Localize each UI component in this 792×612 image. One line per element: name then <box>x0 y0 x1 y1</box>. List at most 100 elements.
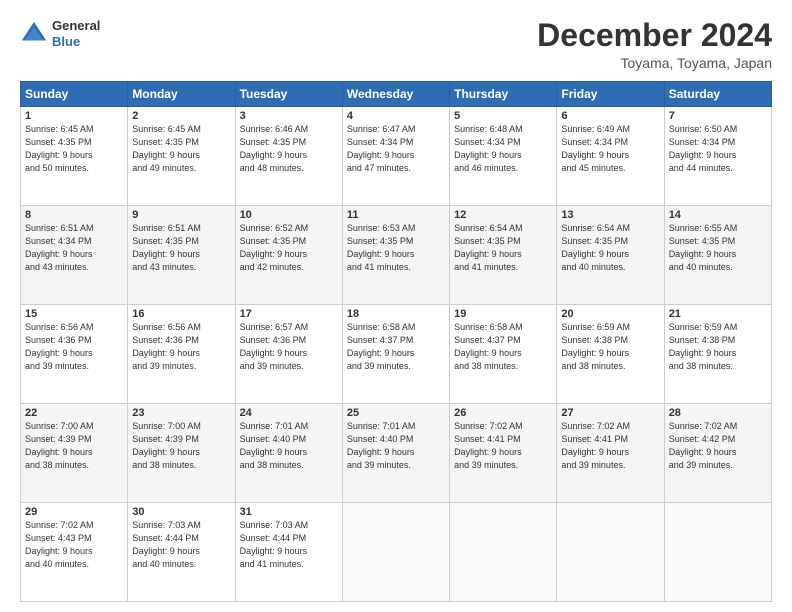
month-title: December 2024 <box>537 18 772 53</box>
day-number: 16 <box>132 308 230 320</box>
day-info: Sunrise: 7:00 AM Sunset: 4:39 PM Dayligh… <box>132 420 230 472</box>
day-info: Sunrise: 6:54 AM Sunset: 4:35 PM Dayligh… <box>561 222 659 274</box>
day-info: Sunrise: 6:45 AM Sunset: 4:35 PM Dayligh… <box>132 123 230 175</box>
title-section: December 2024 Toyama, Toyama, Japan <box>537 18 772 71</box>
calendar-cell <box>664 503 771 602</box>
day-number: 30 <box>132 506 230 518</box>
day-number: 9 <box>132 209 230 221</box>
calendar-cell <box>450 503 557 602</box>
calendar-week-5: 29Sunrise: 7:02 AM Sunset: 4:43 PM Dayli… <box>21 503 772 602</box>
day-info: Sunrise: 7:02 AM Sunset: 4:41 PM Dayligh… <box>561 420 659 472</box>
day-info: Sunrise: 7:01 AM Sunset: 4:40 PM Dayligh… <box>240 420 338 472</box>
calendar-cell: 1Sunrise: 6:45 AM Sunset: 4:35 PM Daylig… <box>21 107 128 206</box>
day-number: 21 <box>669 308 767 320</box>
calendar-cell: 22Sunrise: 7:00 AM Sunset: 4:39 PM Dayli… <box>21 404 128 503</box>
day-info: Sunrise: 7:02 AM Sunset: 4:41 PM Dayligh… <box>454 420 552 472</box>
day-number: 3 <box>240 110 338 122</box>
day-info: Sunrise: 6:59 AM Sunset: 4:38 PM Dayligh… <box>669 321 767 373</box>
header: General Blue December 2024 Toyama, Toyam… <box>20 18 772 71</box>
day-info: Sunrise: 7:02 AM Sunset: 4:43 PM Dayligh… <box>25 519 123 571</box>
day-info: Sunrise: 6:52 AM Sunset: 4:35 PM Dayligh… <box>240 222 338 274</box>
day-info: Sunrise: 6:57 AM Sunset: 4:36 PM Dayligh… <box>240 321 338 373</box>
day-info: Sunrise: 6:58 AM Sunset: 4:37 PM Dayligh… <box>347 321 445 373</box>
day-number: 12 <box>454 209 552 221</box>
day-info: Sunrise: 6:50 AM Sunset: 4:34 PM Dayligh… <box>669 123 767 175</box>
day-info: Sunrise: 6:56 AM Sunset: 4:36 PM Dayligh… <box>25 321 123 373</box>
calendar-header: SundayMondayTuesdayWednesdayThursdayFrid… <box>21 82 772 107</box>
day-number: 28 <box>669 407 767 419</box>
calendar-cell: 29Sunrise: 7:02 AM Sunset: 4:43 PM Dayli… <box>21 503 128 602</box>
day-number: 5 <box>454 110 552 122</box>
day-info: Sunrise: 7:00 AM Sunset: 4:39 PM Dayligh… <box>25 420 123 472</box>
calendar-cell: 2Sunrise: 6:45 AM Sunset: 4:35 PM Daylig… <box>128 107 235 206</box>
calendar-cell: 30Sunrise: 7:03 AM Sunset: 4:44 PM Dayli… <box>128 503 235 602</box>
day-number: 20 <box>561 308 659 320</box>
calendar-cell: 6Sunrise: 6:49 AM Sunset: 4:34 PM Daylig… <box>557 107 664 206</box>
calendar-week-1: 1 Sunrise: 6:45 AM Sunset: 4:35 PM Daylig… <box>21 107 772 206</box>
calendar-cell: 15Sunrise: 6:56 AM Sunset: 4:36 PM Dayli… <box>21 305 128 404</box>
calendar-cell: 25Sunrise: 7:01 AM Sunset: 4:40 PM Dayli… <box>342 404 449 503</box>
day-info: Sunrise: 6:53 AM Sunset: 4:35 PM Dayligh… <box>347 222 445 274</box>
calendar-cell: 24Sunrise: 7:01 AM Sunset: 4:40 PM Dayli… <box>235 404 342 503</box>
location: Toyama, Toyama, Japan <box>537 55 772 71</box>
weekday-header-thursday: Thursday <box>450 82 557 107</box>
day-number: 25 <box>347 407 445 419</box>
weekday-header-sunday: Sunday <box>21 82 128 107</box>
day-number: 14 <box>669 209 767 221</box>
day-info: Sunrise: 6:51 AM Sunset: 4:35 PM Dayligh… <box>132 222 230 274</box>
day-number: 2 <box>132 110 230 122</box>
calendar-cell: 11Sunrise: 6:53 AM Sunset: 4:35 PM Dayli… <box>342 206 449 305</box>
day-number: 26 <box>454 407 552 419</box>
calendar-cell: 20Sunrise: 6:59 AM Sunset: 4:38 PM Dayli… <box>557 305 664 404</box>
day-number: 18 <box>347 308 445 320</box>
calendar-cell: 21Sunrise: 6:59 AM Sunset: 4:38 PM Dayli… <box>664 305 771 404</box>
calendar-cell: 28Sunrise: 7:02 AM Sunset: 4:42 PM Dayli… <box>664 404 771 503</box>
logo-text: General Blue <box>52 18 100 49</box>
calendar-cell: 26Sunrise: 7:02 AM Sunset: 4:41 PM Dayli… <box>450 404 557 503</box>
day-number: 11 <box>347 209 445 221</box>
day-info: Sunrise: 6:54 AM Sunset: 4:35 PM Dayligh… <box>454 222 552 274</box>
calendar-cell: 31Sunrise: 7:03 AM Sunset: 4:44 PM Dayli… <box>235 503 342 602</box>
calendar-cell: 19Sunrise: 6:58 AM Sunset: 4:37 PM Dayli… <box>450 305 557 404</box>
day-number: 23 <box>132 407 230 419</box>
day-info: Sunrise: 6:47 AM Sunset: 4:34 PM Dayligh… <box>347 123 445 175</box>
weekday-header-wednesday: Wednesday <box>342 82 449 107</box>
weekday-row: SundayMondayTuesdayWednesdayThursdayFrid… <box>21 82 772 107</box>
day-info: Sunrise: 6:59 AM Sunset: 4:38 PM Dayligh… <box>561 321 659 373</box>
calendar-cell: 7Sunrise: 6:50 AM Sunset: 4:34 PM Daylig… <box>664 107 771 206</box>
day-info: Sunrise: 6:49 AM Sunset: 4:34 PM Dayligh… <box>561 123 659 175</box>
weekday-header-monday: Monday <box>128 82 235 107</box>
calendar-body: 1 Sunrise: 6:45 AM Sunset: 4:35 PM Daylig… <box>21 107 772 602</box>
calendar-cell: 4Sunrise: 6:47 AM Sunset: 4:34 PM Daylig… <box>342 107 449 206</box>
calendar-cell: 12Sunrise: 6:54 AM Sunset: 4:35 PM Dayli… <box>450 206 557 305</box>
day-number: 7 <box>669 110 767 122</box>
calendar-cell: 10Sunrise: 6:52 AM Sunset: 4:35 PM Dayli… <box>235 206 342 305</box>
calendar-cell: 27Sunrise: 7:02 AM Sunset: 4:41 PM Dayli… <box>557 404 664 503</box>
day-info: Sunrise: 6:48 AM Sunset: 4:34 PM Dayligh… <box>454 123 552 175</box>
day-info: Sunrise: 7:03 AM Sunset: 4:44 PM Dayligh… <box>240 519 338 571</box>
day-number: 1 <box>25 110 123 122</box>
day-number: 17 <box>240 308 338 320</box>
calendar-cell: 13Sunrise: 6:54 AM Sunset: 4:35 PM Dayli… <box>557 206 664 305</box>
day-number: 24 <box>240 407 338 419</box>
logo-icon <box>20 20 48 48</box>
day-info: Sunrise: 6:55 AM Sunset: 4:35 PM Dayligh… <box>669 222 767 274</box>
calendar-cell: 8Sunrise: 6:51 AM Sunset: 4:34 PM Daylig… <box>21 206 128 305</box>
day-number: 22 <box>25 407 123 419</box>
calendar-cell: 23Sunrise: 7:00 AM Sunset: 4:39 PM Dayli… <box>128 404 235 503</box>
day-number: 27 <box>561 407 659 419</box>
calendar-cell: 5Sunrise: 6:48 AM Sunset: 4:34 PM Daylig… <box>450 107 557 206</box>
calendar-cell: 17Sunrise: 6:57 AM Sunset: 4:36 PM Dayli… <box>235 305 342 404</box>
calendar-cell: 16Sunrise: 6:56 AM Sunset: 4:36 PM Dayli… <box>128 305 235 404</box>
day-info: Sunrise: 6:56 AM Sunset: 4:36 PM Dayligh… <box>132 321 230 373</box>
day-number: 19 <box>454 308 552 320</box>
calendar-cell: 9Sunrise: 6:51 AM Sunset: 4:35 PM Daylig… <box>128 206 235 305</box>
calendar-cell <box>557 503 664 602</box>
calendar-week-2: 8Sunrise: 6:51 AM Sunset: 4:34 PM Daylig… <box>21 206 772 305</box>
logo: General Blue <box>20 18 100 49</box>
day-number: 15 <box>25 308 123 320</box>
calendar-week-3: 15Sunrise: 6:56 AM Sunset: 4:36 PM Dayli… <box>21 305 772 404</box>
calendar: SundayMondayTuesdayWednesdayThursdayFrid… <box>20 81 772 602</box>
day-info: Sunrise: 6:46 AM Sunset: 4:35 PM Dayligh… <box>240 123 338 175</box>
day-number: 8 <box>25 209 123 221</box>
